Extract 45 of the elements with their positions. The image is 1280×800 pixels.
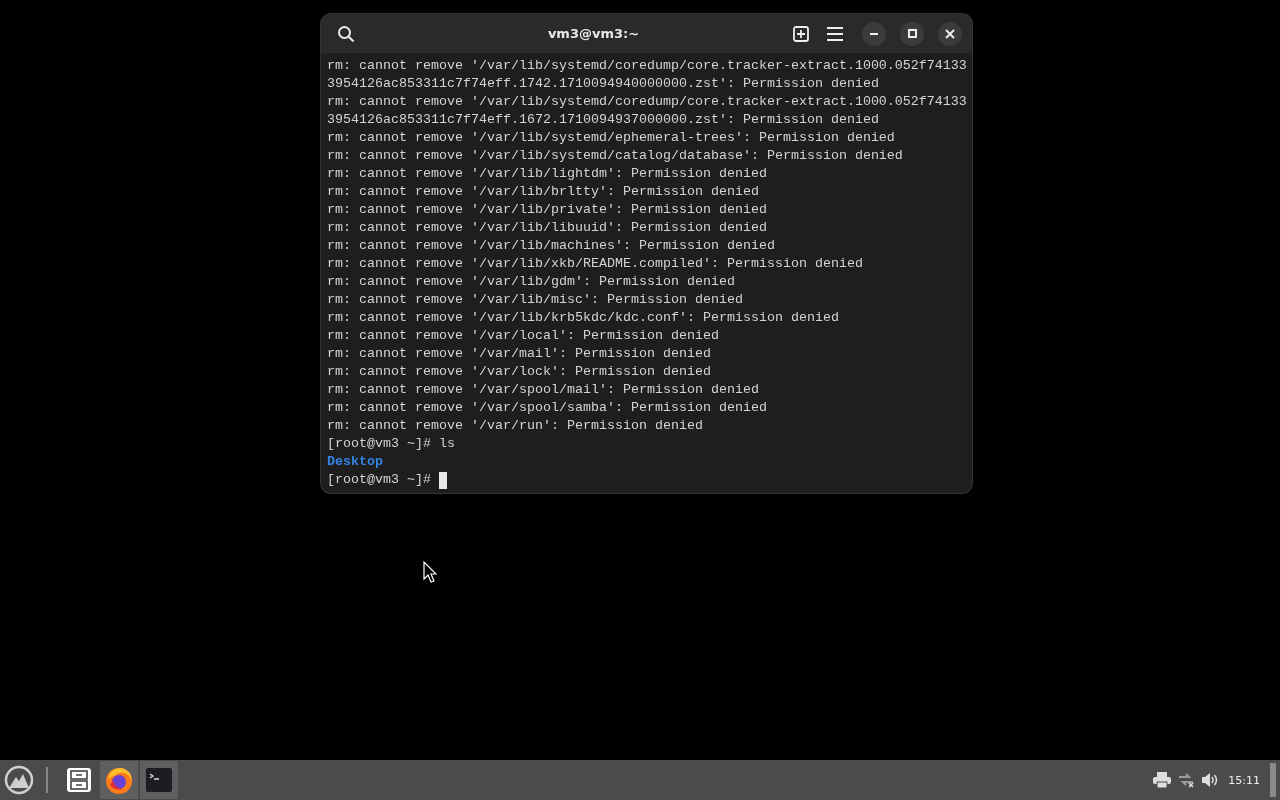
terminal-output: rm: cannot remove '/var/spool/samba': Permission denied bbox=[327, 399, 767, 417]
terminal-output: 3954126ac853311c7f74eff.1672.1710094937000000.zst': Permission denied bbox=[327, 111, 879, 129]
close-button[interactable] bbox=[938, 21, 962, 46]
minimize-button[interactable] bbox=[862, 21, 886, 46]
terminal-output: rm: cannot remove '/var/lib/systemd/catalog/database': Permission denied bbox=[327, 147, 903, 165]
command-prompt: [root@vm3 ~]# bbox=[327, 471, 431, 489]
command-prompt: [root@vm3 ~]# ls bbox=[327, 435, 455, 453]
terminal-output: rm: cannot remove '/var/lib/systemd/coredump/core.tracker-extract.1000.052f74133 bbox=[327, 93, 967, 111]
directory-name: Desktop bbox=[327, 453, 383, 471]
terminal-output: rm: cannot remove '/var/spool/mail': Permission denied bbox=[327, 381, 759, 399]
terminal-output: rm: cannot remove '/var/lib/misc': Permission denied bbox=[327, 291, 743, 309]
terminal-output: rm: cannot remove '/var/lib/xkb/README.compiled': Permission denied bbox=[327, 255, 863, 273]
app-menu-button[interactable] bbox=[2, 763, 36, 797]
terminal-output: rm: cannot remove '/var/lib/krb5kdc/kdc.conf': Permission denied bbox=[327, 309, 839, 327]
search-icon bbox=[337, 24, 355, 43]
mountain-logo-icon bbox=[4, 765, 34, 795]
terminal-output: rm: cannot remove '/var/local': Permission denied bbox=[327, 327, 719, 345]
maximize-icon bbox=[907, 29, 917, 38]
terminal-icon bbox=[146, 768, 172, 792]
volume-icon[interactable] bbox=[1201, 772, 1220, 788]
clock[interactable]: 15:11 bbox=[1228, 773, 1260, 787]
file-cabinet-icon bbox=[66, 767, 92, 793]
menu-icon bbox=[827, 26, 843, 41]
terminal-output: rm: cannot remove '/var/lib/brltty': Permission denied bbox=[327, 183, 759, 201]
terminal-output: 3954126ac853311c7f74eff.1742.1710094940000000.zst': Permission denied bbox=[327, 75, 879, 93]
fox-globe-icon bbox=[104, 765, 134, 795]
taskbar-app-button[interactable] bbox=[100, 761, 138, 799]
window-title: vm3@vm3:~ bbox=[546, 26, 641, 41]
terminal-output: rm: cannot remove '/var/lib/gdm': Permission denied bbox=[327, 273, 735, 291]
terminal-output: rm: cannot remove '/var/mail': Permission denied bbox=[327, 345, 711, 363]
terminal-output: rm: cannot remove '/var/lib/libuuid': Permission denied bbox=[327, 219, 767, 237]
minimize-icon bbox=[870, 32, 878, 35]
maximize-button[interactable] bbox=[900, 21, 924, 46]
plus-icon bbox=[793, 25, 809, 42]
close-icon bbox=[945, 28, 955, 39]
printer-icon[interactable] bbox=[1153, 772, 1172, 788]
terminal-output: rm: cannot remove '/var/lib/systemd/ephemeral-trees': Permission denied bbox=[327, 129, 895, 147]
terminal-output: rm: cannot remove '/var/lib/machines': Permission denied bbox=[327, 237, 775, 255]
terminal-output: rm: cannot remove '/var/lib/systemd/coredump/core.tracker-extract.1000.052f74133 bbox=[327, 57, 967, 75]
mouse-pointer-icon bbox=[423, 561, 437, 583]
terminal-output: rm: cannot remove '/var/run': Permission denied bbox=[327, 417, 703, 435]
terminal-output: rm: cannot remove '/var/lib/private': Permission denied bbox=[327, 201, 767, 219]
terminal-output: rm: cannot remove '/var/lock': Permission denied bbox=[327, 363, 711, 381]
network-disconnected-icon[interactable] bbox=[1177, 772, 1196, 788]
terminal-output: rm: cannot remove '/var/lib/lightdm': Permission denied bbox=[327, 165, 767, 183]
